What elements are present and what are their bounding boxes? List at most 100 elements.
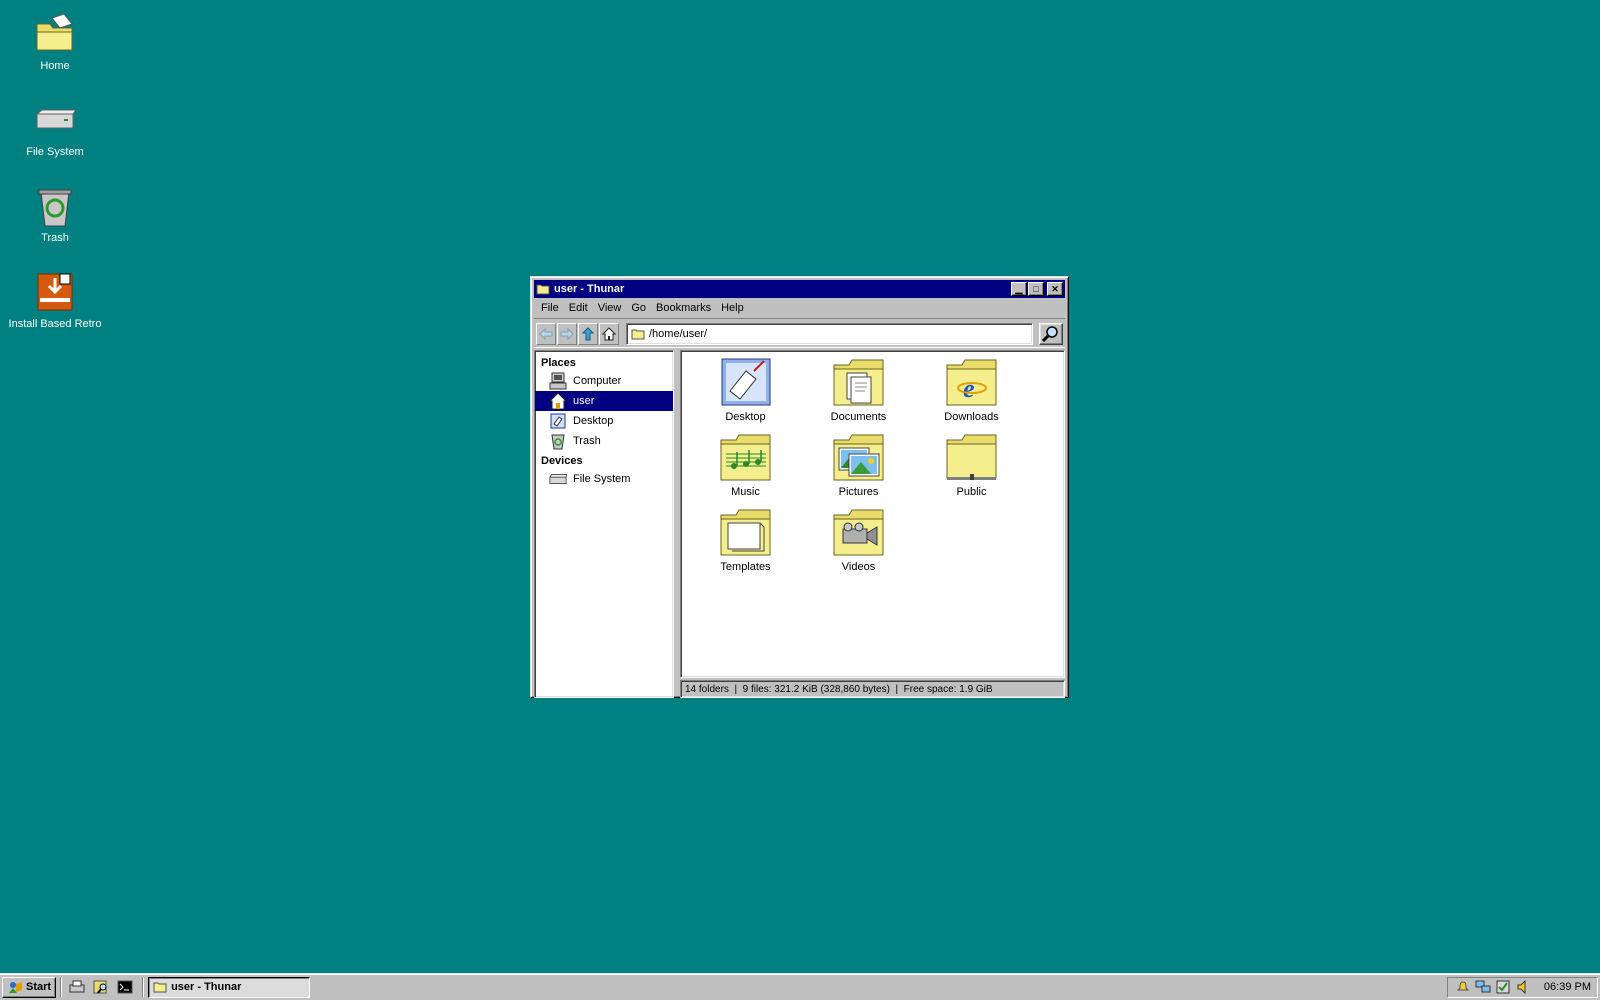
location-path: /home/user/ [649,327,708,340]
task-button-label: user - Thunar [171,981,242,993]
quicklaunch-terminal[interactable] [114,977,136,997]
file-item-videos[interactable]: Videos [802,507,915,582]
drive-icon [34,100,77,142]
desktop-icon [549,412,567,430]
menu-go[interactable]: Go [626,302,651,314]
sidebar-item-trash[interactable]: Trash [535,431,673,451]
up-arrow-icon [582,326,594,340]
trash-icon [549,432,567,450]
menu-view[interactable]: View [593,302,627,314]
videos-folder-icon [831,507,887,557]
file-item-label: Music [731,486,760,498]
menu-file[interactable]: File [536,302,564,314]
up-button[interactable] [578,322,598,345]
file-item-label: Documents [830,411,887,423]
back-button[interactable] [536,322,556,345]
forward-arrow-icon [560,327,574,340]
file-item-label: Pictures [838,486,879,498]
desktop-icon-label: File System [26,146,84,158]
folder-icon [631,329,645,339]
search-button[interactable] [1039,322,1063,345]
start-button[interactable]: Start [2,976,57,998]
volume-icon[interactable] [1514,979,1532,995]
sidebar-item-file-system[interactable]: File System [535,469,673,489]
task-button-thunar[interactable]: user - Thunar [148,976,311,998]
desktop-icon-label: Trash [41,232,69,244]
menu-help[interactable]: Help [716,302,749,314]
file-item-music[interactable]: Music [689,432,802,507]
sidebar-item-label: File System [573,473,631,485]
file-item-public[interactable]: Public [915,432,1028,507]
printer-icon [69,980,85,993]
forward-button[interactable] [557,322,577,345]
menu-bookmarks[interactable]: Bookmarks [651,302,716,314]
pictures-folder-icon [831,432,887,482]
notification-bell-icon[interactable] [1454,979,1472,995]
sidebar-item-desktop[interactable]: Desktop [535,411,673,431]
quicklaunch-search[interactable] [90,977,112,997]
sidebar-item-computer[interactable]: Computer [535,371,673,391]
templates-folder-icon [718,507,774,557]
start-logo-icon [9,982,22,993]
desktop-icon-label: Install Based Retro [8,318,102,330]
quicklaunch-printer[interactable] [66,977,88,997]
sidebar-item-label: Trash [573,435,601,447]
close-button[interactable]: ✕ [1047,282,1063,296]
sidebar-item-label: Desktop [573,415,614,427]
window-title: user - Thunar [554,283,625,295]
minimize-button[interactable]: ▁ [1011,282,1027,296]
status-bar: 14 folders | 9 files: 321.2 KiB (328,860… [680,680,1065,698]
file-item-pictures[interactable]: Pictures [802,432,915,507]
menu-bar: File Edit View Go Bookmarks Help [534,298,1065,318]
file-item-label: Public [956,486,987,498]
home-button[interactable] [599,322,619,345]
toolbar: /home/user/ [534,318,1065,348]
desktop-icon-file-system[interactable]: File System [0,100,110,158]
sidebar-header-devices: Devices [541,455,583,467]
file-item-templates[interactable]: Templates [689,507,802,582]
network-icon[interactable] [1474,979,1492,995]
file-item-label: Templates [720,561,771,573]
clock[interactable]: 06:39 PM [1544,981,1591,993]
search-icon [93,980,107,994]
back-arrow-icon [539,327,553,340]
music-folder-icon [718,432,774,482]
svg-text:e: e [963,374,975,403]
start-label: Start [26,981,52,993]
file-item-desktop[interactable]: Desktop [689,357,802,432]
sidebar: Places Computer user Desktop Trash Devic… [534,350,674,698]
folder-icon [536,283,550,295]
trash-icon [34,186,76,228]
status-text: 14 folders | 9 files: 321.2 KiB (328,860… [685,683,993,695]
desktop-icon-install[interactable]: Install Based Retro [0,272,110,330]
downloads-folder-icon: e [944,357,1000,407]
folder-icon [153,982,167,993]
taskbar-separator [60,977,63,997]
sidebar-item-user[interactable]: user [535,391,673,411]
system-tray: 06:39 PM [1446,976,1598,998]
location-bar[interactable]: /home/user/ [626,322,1033,345]
menu-edit[interactable]: Edit [564,302,593,314]
updates-icon[interactable] [1494,979,1512,995]
maximize-button[interactable]: □ [1028,282,1044,296]
file-item-documents[interactable]: Documents [802,357,915,432]
title-bar[interactable]: user - Thunar ▁ □ ✕ [534,280,1065,298]
file-view: Desktop Documents e Downloads Music Pict… [680,350,1065,678]
file-item-label: Videos [841,561,876,573]
sidebar-item-label: user [573,395,595,407]
drive-icon [549,470,567,488]
search-icon [1042,325,1058,342]
home-icon [549,392,567,410]
file-item-downloads[interactable]: e Downloads [915,357,1028,432]
sidebar-header-places: Places [541,357,576,369]
desktop-icon-trash[interactable]: Trash [0,186,110,244]
desktop-icon-home[interactable]: Home [0,13,110,72]
taskbar-separator [142,977,145,997]
desktop-icon [718,357,774,407]
desktop-icon-label: Home [40,60,70,72]
file-manager-window[interactable]: user - Thunar ▁ □ ✕ File Edit View Go Bo… [530,276,1069,698]
installer-icon [34,272,76,314]
file-item-label: Desktop [725,411,766,423]
public-folder-icon [944,432,1000,482]
documents-folder-icon [831,357,887,407]
